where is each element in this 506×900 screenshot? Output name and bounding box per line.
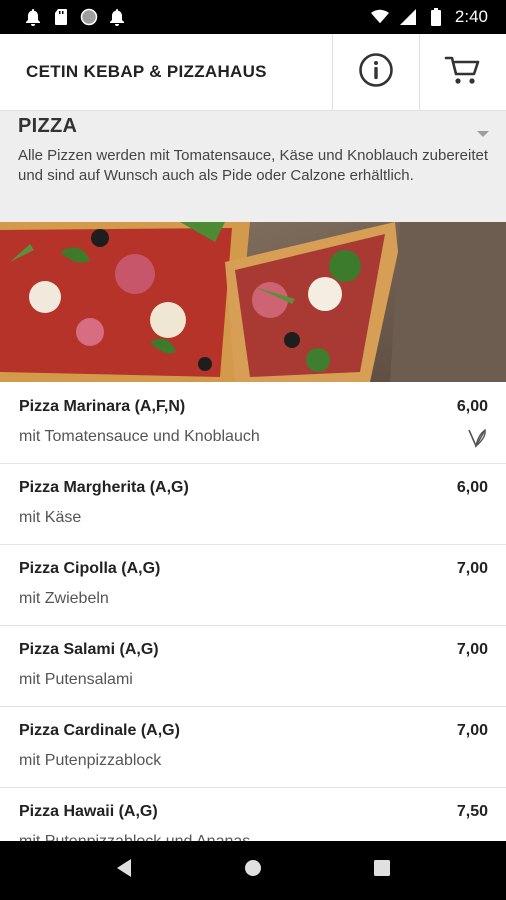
circle-icon xyxy=(80,8,98,26)
triangle-down-icon xyxy=(476,125,490,142)
item-name: Pizza Cardinale (A,G) xyxy=(19,722,180,739)
menu-item[interactable]: Pizza Marinara (A,F,N) 6,00 mit Tomatens… xyxy=(0,383,506,464)
category-title: PIZZA xyxy=(18,115,78,137)
status-bar: 2:40 xyxy=(0,0,506,34)
menu-item-list: Pizza Marinara (A,F,N) 6,00 mit Tomatens… xyxy=(0,383,506,841)
menu-item[interactable]: Pizza Margherita (A,G) 6,00 mit Käse xyxy=(0,464,506,545)
item-name: Pizza Hawaii (A,G) xyxy=(19,803,158,820)
menu-item[interactable]: Pizza Cipolla (A,G) 7,00 mit Zwiebeln xyxy=(0,545,506,626)
menu-item[interactable]: Pizza Cardinale (A,G) 7,00 mit Putenpizz… xyxy=(0,707,506,788)
recents-icon xyxy=(373,859,391,882)
item-description: mit Tomatensauce und Knoblauch xyxy=(19,428,260,445)
item-description: mit Putensalami xyxy=(19,671,133,688)
item-price: 7,00 xyxy=(456,641,488,658)
notification-bell-icon xyxy=(24,8,42,26)
pizza-photo xyxy=(0,222,506,382)
vegetarian-leaf-icon xyxy=(466,427,488,454)
app-bar: CETIN KEBAP & PIZZAHAUS xyxy=(0,34,506,111)
item-description: mit Putenpizzablock xyxy=(19,752,162,769)
item-name: Pizza Cipolla (A,G) xyxy=(19,560,161,577)
cart-icon xyxy=(444,54,482,91)
info-icon xyxy=(358,52,394,93)
recents-button[interactable] xyxy=(362,851,402,891)
home-button[interactable] xyxy=(233,851,273,891)
status-bar-system: 2:40 xyxy=(370,7,506,27)
item-name: Pizza Salami (A,G) xyxy=(19,641,159,658)
pizza-illustration xyxy=(0,222,506,382)
item-description: mit Putenpizzablock und Ananas xyxy=(19,833,250,841)
notification-bell-icon xyxy=(108,8,126,26)
battery-icon xyxy=(427,8,445,26)
item-name: Pizza Margherita (A,G) xyxy=(19,479,189,496)
wifi-icon xyxy=(370,8,389,26)
home-icon xyxy=(243,858,263,883)
menu-item[interactable]: Pizza Hawaii (A,G) 7,50 mit Putenpizzabl… xyxy=(0,788,506,841)
sd-card-icon xyxy=(52,8,70,26)
item-description: mit Zwiebeln xyxy=(19,590,109,607)
item-price: 7,50 xyxy=(456,803,488,820)
cart-button[interactable] xyxy=(419,34,506,110)
status-bar-notifications xyxy=(0,8,126,26)
item-description: mit Käse xyxy=(19,509,82,526)
signal-icon xyxy=(399,8,417,26)
info-button[interactable] xyxy=(332,34,419,110)
item-price: 7,00 xyxy=(456,560,488,577)
item-price: 6,00 xyxy=(456,398,488,415)
category-description: Alle Pizzen werden mit Tomatensauce, Käs… xyxy=(18,147,489,184)
back-button[interactable] xyxy=(104,851,144,891)
menu-item[interactable]: Pizza Salami (A,G) 7,00 mit Putensalami xyxy=(0,626,506,707)
status-bar-time: 2:40 xyxy=(454,7,488,26)
system-nav-bar xyxy=(0,841,506,900)
item-price: 7,00 xyxy=(456,722,488,739)
back-icon xyxy=(115,858,133,883)
collapse-toggle[interactable] xyxy=(476,125,490,143)
item-name: Pizza Marinara (A,F,N) xyxy=(19,398,186,415)
app-title: CETIN KEBAP & PIZZAHAUS xyxy=(26,62,267,81)
item-price: 6,00 xyxy=(456,479,488,496)
category-header: PIZZA Alle Pizzen werden mit Tomatensauc… xyxy=(0,111,506,222)
